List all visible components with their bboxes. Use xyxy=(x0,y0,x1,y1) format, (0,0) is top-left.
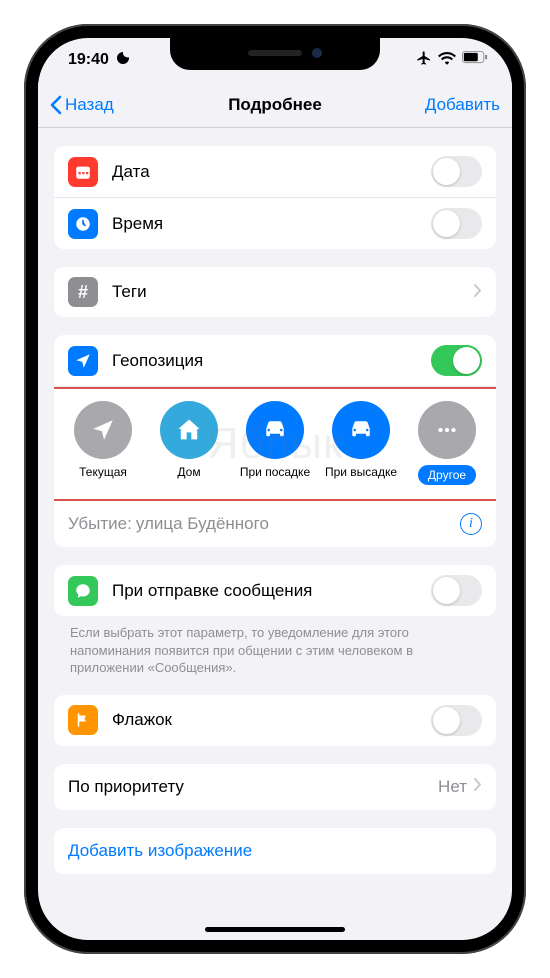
row-date[interactable]: Дата xyxy=(54,146,496,198)
clock-icon xyxy=(68,209,98,239)
back-button[interactable]: Назад xyxy=(50,95,114,115)
group-addimage: Добавить изображение xyxy=(54,828,496,874)
row-departure[interactable]: Убытие: улица Будённого i xyxy=(54,501,496,547)
messaging-footnote: Если выбрать этот параметр, то уведомлен… xyxy=(54,616,496,677)
location-toggle[interactable] xyxy=(431,345,482,376)
loc-current-label: Текущая xyxy=(79,465,127,479)
group-location: Геопозиция Яблык Текущая xyxy=(54,335,496,547)
priority-value: Нет xyxy=(438,777,467,797)
flag-icon xyxy=(68,705,98,735)
departure-label: Убытие: xyxy=(68,514,132,534)
nav-title: Подробнее xyxy=(228,95,322,115)
loc-gettingout-label: При высадке xyxy=(325,465,397,479)
notch xyxy=(170,38,380,70)
nav-bar: Назад Подробнее Добавить xyxy=(38,82,512,128)
loc-other[interactable]: Другое xyxy=(408,401,486,485)
row-messaging[interactable]: При отправке сообщения xyxy=(54,565,496,616)
date-label: Дата xyxy=(112,162,431,182)
airplane-icon xyxy=(416,50,432,71)
date-toggle[interactable] xyxy=(431,156,482,187)
loc-home-label: Дом xyxy=(177,465,200,479)
flag-label: Флажок xyxy=(112,710,431,730)
flag-toggle[interactable] xyxy=(431,705,482,736)
message-icon xyxy=(68,576,98,606)
car-out-icon xyxy=(332,401,390,459)
location-options: Яблык Текущая Дом xyxy=(54,387,496,501)
row-tags[interactable]: # Теги xyxy=(54,267,496,317)
chevron-right-icon xyxy=(473,775,482,798)
car-in-icon xyxy=(246,401,304,459)
info-icon[interactable]: i xyxy=(460,513,482,535)
group-messaging: При отправке сообщения xyxy=(54,565,496,616)
battery-icon xyxy=(462,51,488,69)
home-icon xyxy=(160,401,218,459)
loc-current[interactable]: Текущая xyxy=(64,401,142,485)
more-icon xyxy=(418,401,476,459)
time-label: Время xyxy=(112,214,431,234)
home-indicator[interactable] xyxy=(205,927,345,932)
loc-gettingout[interactable]: При высадке xyxy=(322,401,400,485)
tags-label: Теги xyxy=(112,282,473,302)
chevron-right-icon xyxy=(473,281,482,304)
group-priority: По приоритету Нет xyxy=(54,764,496,810)
phone-frame: 19:40 Назад xyxy=(24,24,526,954)
time-toggle[interactable] xyxy=(431,208,482,239)
priority-label: По приоритету xyxy=(68,777,438,797)
row-priority[interactable]: По приоритету Нет xyxy=(54,764,496,810)
group-flag: Флажок xyxy=(54,695,496,746)
loc-other-label: Другое xyxy=(418,465,476,485)
back-label: Назад xyxy=(65,95,114,115)
wifi-icon xyxy=(438,51,456,70)
row-addimage[interactable]: Добавить изображение xyxy=(54,828,496,874)
screen: 19:40 Назад xyxy=(38,38,512,940)
loc-gettingin-label: При посадке xyxy=(240,465,310,479)
group-tags: # Теги xyxy=(54,267,496,317)
group-datetime: Дата Время xyxy=(54,146,496,249)
calendar-icon xyxy=(68,157,98,187)
location-label: Геопозиция xyxy=(112,351,431,371)
dnd-icon xyxy=(115,50,131,71)
hash-icon: # xyxy=(68,277,98,307)
location-arrow-icon xyxy=(68,346,98,376)
departure-value: улица Будённого xyxy=(136,514,460,534)
add-image-label: Добавить изображение xyxy=(68,841,252,861)
add-button[interactable]: Добавить xyxy=(425,95,500,115)
messaging-label: При отправке сообщения xyxy=(112,581,431,601)
loc-gettingin[interactable]: При посадке xyxy=(236,401,314,485)
status-time: 19:40 xyxy=(68,51,109,69)
chevron-left-icon xyxy=(50,95,62,115)
row-time[interactable]: Время xyxy=(54,198,496,249)
row-location[interactable]: Геопозиция xyxy=(54,335,496,387)
arrow-icon xyxy=(74,401,132,459)
row-flag[interactable]: Флажок xyxy=(54,695,496,746)
messaging-toggle[interactable] xyxy=(431,575,482,606)
content: Дата Время # Теги xyxy=(38,128,512,932)
loc-home[interactable]: Дом xyxy=(150,401,228,485)
